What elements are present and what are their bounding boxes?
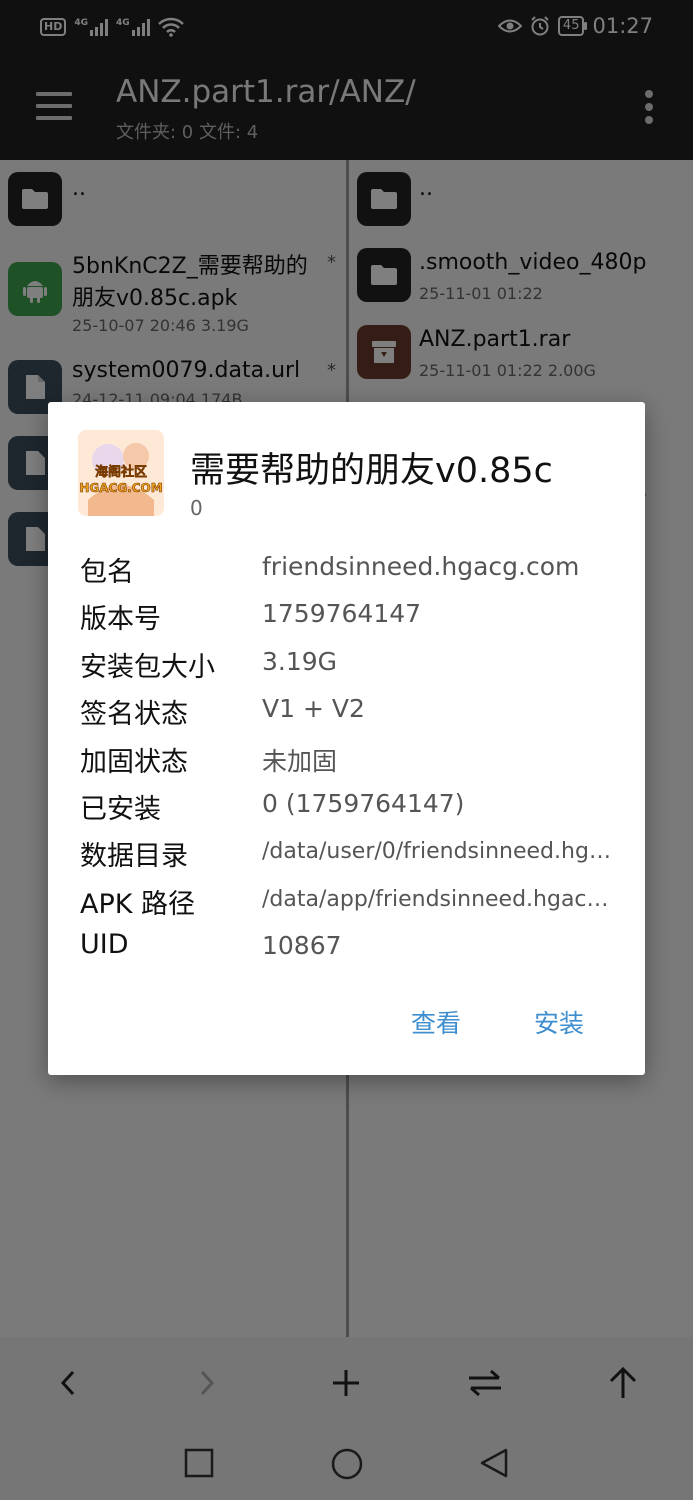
svg-text:海阁社区: 海阁社区 (95, 464, 147, 480)
info-value: /data/user/0/friendsinneed.hgacg.com (262, 839, 620, 865)
info-key: 安装包大小 (80, 651, 215, 683)
info-value: 未加固 (262, 746, 338, 776)
info-row-hardening: 加固状态 未加固 (80, 736, 620, 783)
info-row-installed: 已安装 0 (1759764147) (80, 783, 620, 830)
info-key: 包名 (80, 557, 134, 588)
info-key: 已安装 (80, 793, 161, 825)
info-key: UID (80, 929, 129, 961)
info-value: V1 + V2 (262, 694, 365, 724)
info-value: 0 (1759764147) (262, 788, 465, 818)
info-row-size: 安装包大小 3.19G (80, 641, 620, 688)
info-row-apk-path: APK 路径 /data/app/friendsinneed.hgacg.com (80, 878, 620, 925)
info-row-version: 版本号 1759764147 (80, 593, 620, 640)
info-key: 数据目录 (80, 841, 188, 873)
info-key: 签名状态 (80, 699, 188, 731)
install-button[interactable]: 安装 (534, 1004, 584, 1040)
info-key: 加固状态 (80, 746, 188, 778)
info-key: 版本号 (80, 604, 161, 636)
info-value: 3.19G (262, 646, 338, 676)
dialog-subtitle: 0 (190, 496, 203, 520)
dialog-title: 需要帮助的朋友v0.85c (190, 451, 553, 491)
info-row-uid: UID 10867 (80, 925, 620, 972)
info-value: 1759764147 (262, 599, 422, 629)
info-row-signature: 签名状态 V1 + V2 (80, 688, 620, 735)
app-icon: 海阁社区 HGACG.COM (78, 430, 164, 516)
view-button[interactable]: 查看 (411, 1004, 461, 1040)
apk-info-dialog: 海阁社区 HGACG.COM 需要帮助的朋友v0.85c 0 包名 friend… (48, 402, 645, 1075)
info-value: friendsinneed.hgacg.com (262, 552, 580, 581)
info-value: /data/app/friendsinneed.hgacg.com (262, 886, 620, 912)
info-row-data-dir: 数据目录 /data/user/0/friendsinneed.hgacg.co… (80, 830, 620, 877)
svg-text:HGACG.COM: HGACG.COM (79, 481, 162, 495)
info-row-package: 包名 friendsinneed.hgacg.com (80, 546, 620, 593)
info-value: 10867 (262, 931, 342, 961)
info-key: APK 路径 (80, 888, 196, 920)
apk-info-table: 包名 friendsinneed.hgacg.com 版本号 175976414… (80, 546, 620, 973)
